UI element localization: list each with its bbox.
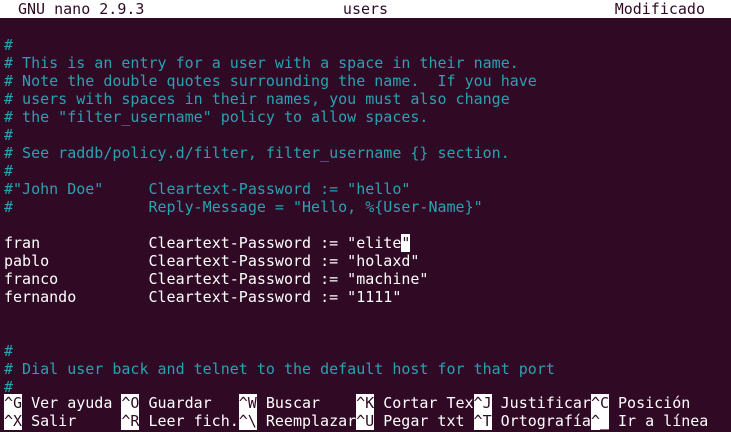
editor-line[interactable]: pablo Cleartext-Password := "holaxd"	[4, 252, 731, 270]
shortcut-label: Justificar	[491, 394, 591, 412]
editor-line[interactable]: fernando Cleartext-Password := "1111"	[4, 288, 731, 306]
shortcut-item[interactable]: ^X Salir	[4, 412, 76, 430]
line-text: #	[4, 126, 14, 144]
line-text: # Dial user back and telnet to the defau…	[4, 360, 555, 378]
editor-line[interactable]: franco Cleartext-Password := "machine"	[4, 270, 731, 288]
line-text: fernando Cleartext-Password := "1111"	[4, 288, 402, 306]
shortcut-key: ^T	[473, 412, 492, 430]
shortcut-item[interactable]: ^U Pegar txt	[356, 412, 465, 430]
shortcut-item[interactable]: ^G Ver ayuda	[4, 394, 112, 412]
shortcut-key: ^G	[4, 394, 23, 412]
line-text: #	[4, 342, 14, 360]
editor-line[interactable]: fran Cleartext-Password := "elite"	[4, 234, 731, 252]
modified-status: Modificado	[614, 0, 705, 18]
line-text: fran Cleartext-Password := "elite	[4, 234, 402, 252]
line-text: pablo Cleartext-Password := "holaxd"	[4, 252, 420, 270]
editor-line[interactable]: # This is an entry for a user with a spa…	[4, 54, 731, 72]
editor-line[interactable]: #	[4, 162, 731, 180]
shortcut-key: ^O	[121, 394, 140, 412]
editor-line[interactable]: #"John Doe" Cleartext-Password := "hello…	[4, 180, 731, 198]
line-text: # users with spaces in their names, you …	[4, 90, 510, 108]
shortcut-label: Cortar Tex	[374, 394, 474, 412]
shortcut-item[interactable]: ^C Posición	[590, 394, 691, 412]
shortcut-key: ^_	[590, 412, 609, 430]
shortcut-key: ^U	[356, 412, 375, 430]
shortcut-label: Pegar txt	[374, 412, 465, 430]
line-text: #"John Doe" Cleartext-Password := "hello…	[4, 180, 411, 198]
line-text: # See raddb/policy.d/filter, filter_user…	[4, 144, 510, 162]
shortcut-label: Ortografía	[491, 412, 591, 430]
editor-line[interactable]: #	[4, 36, 731, 54]
shortcut-item[interactable]: ^T Ortografía	[473, 412, 591, 430]
shortcut-key: ^J	[473, 394, 492, 412]
shortcut-label: Ver ayuda	[22, 394, 113, 412]
line-text: # Note the double quotes surrounding the…	[4, 72, 537, 90]
editor-line[interactable]	[4, 324, 731, 342]
shortcut-key: ^K	[356, 394, 375, 412]
title-bar: GNU nano 2.9.3 users Modificado	[0, 0, 731, 18]
shortcut-item[interactable]: ^K Cortar Tex	[356, 394, 474, 412]
line-text: # Reply-Message = "Hello, %{User-Name}"	[4, 198, 483, 216]
shortcut-label: Leer fich.	[139, 412, 239, 430]
editor-line[interactable]	[4, 216, 731, 234]
text-cursor: "	[401, 234, 411, 252]
line-text: franco Cleartext-Password := "machine"	[4, 270, 429, 288]
shortcut-row-2: ^X Salir ^R Leer fich. ^\ Reemplazar ^U Peg…	[4, 412, 731, 430]
shortcut-row-1: ^G Ver ayuda ^O Guardar ^W Buscar ^K Cortar…	[4, 394, 731, 412]
shortcut-label: Ir a línea	[609, 412, 709, 430]
editor-line[interactable]: # users with spaces in their names, you …	[4, 90, 731, 108]
shortcut-item[interactable]: ^O Guardar	[121, 394, 212, 412]
shortcut-item[interactable]: ^W Buscar	[238, 394, 321, 412]
shortcut-item[interactable]: ^R Leer fich.	[121, 412, 239, 430]
editor-line[interactable]	[4, 306, 731, 324]
editor-line[interactable]: # Note the double quotes surrounding the…	[4, 72, 731, 90]
shortcut-key: ^W	[238, 394, 257, 412]
line-text: #	[4, 162, 14, 180]
line-text: #	[4, 36, 14, 54]
editor-line[interactable]: #	[4, 126, 731, 144]
editor-line[interactable]: # See raddb/policy.d/filter, filter_user…	[4, 144, 731, 162]
editor-line[interactable]: # the "filter_username" policy to allow …	[4, 108, 731, 126]
shortcut-label: Guardar	[139, 394, 212, 412]
shortcut-item[interactable]: ^_ Ir a línea	[590, 412, 709, 430]
shortcut-label: Buscar	[256, 394, 321, 412]
editor-line[interactable]: # Dial user back and telnet to the defau…	[4, 360, 731, 378]
shortcut-item[interactable]: ^J Justificar	[473, 394, 591, 412]
editor-line[interactable]: #	[4, 342, 731, 360]
shortcut-key: ^X	[4, 412, 23, 430]
editor-line[interactable]: # Reply-Message = "Hello, %{User-Name}"	[4, 198, 731, 216]
shortcut-label: Posición	[609, 394, 691, 412]
shortcut-item[interactable]: ^\ Reemplazar	[238, 412, 357, 430]
shortcut-key: ^\	[238, 412, 257, 430]
shortcut-key: ^C	[590, 394, 609, 412]
text-editor-area[interactable]: # # This is an entry for a user with a sp…	[4, 36, 731, 396]
shortcut-label: Reemplazar	[256, 412, 357, 430]
shortcut-bar: ^G Ver ayuda ^O Guardar ^W Buscar ^K Cortar…	[4, 394, 731, 430]
line-text: # This is an entry for a user with a spa…	[4, 54, 519, 72]
shortcut-label: Salir	[22, 412, 77, 430]
line-text: # the "filter_username" policy to allow …	[4, 108, 429, 126]
shortcut-key: ^R	[121, 412, 140, 430]
